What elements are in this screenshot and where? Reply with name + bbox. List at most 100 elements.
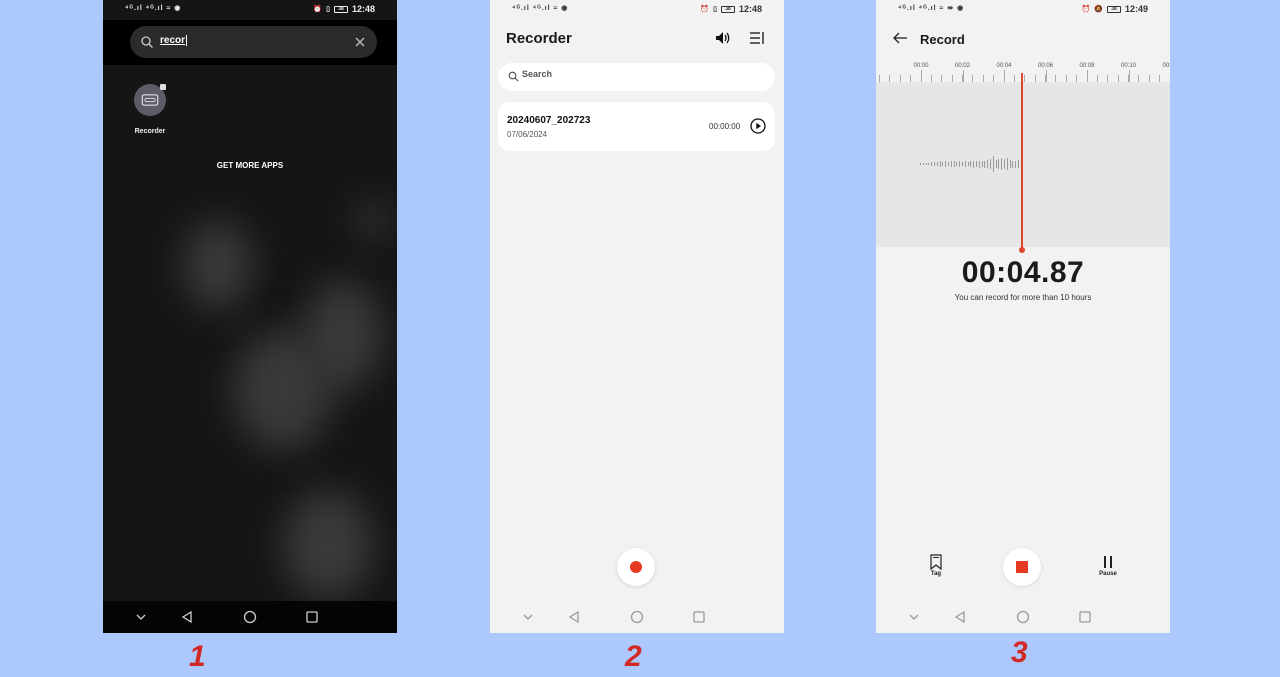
nav-home-button[interactable] — [242, 609, 258, 625]
waveform-bar — [920, 163, 921, 165]
ruler-minor-tick — [1096, 75, 1098, 82]
ruler-label: 00:04 — [996, 63, 1012, 69]
ruler-major-tick — [1128, 70, 1130, 82]
wallpaper-blur — [283, 490, 373, 600]
waveform-bar — [956, 161, 958, 167]
vibrate-icon: ▯ — [326, 6, 330, 13]
wallpaper-blur — [358, 200, 388, 240]
nav-back-button[interactable] — [952, 609, 968, 625]
recording-date: 07/06/2024 — [507, 130, 548, 139]
nav-collapse-button[interactable] — [133, 609, 149, 625]
search-header: recor — [103, 20, 397, 65]
chevron-down-icon — [909, 614, 919, 620]
step-number: 2 — [625, 640, 642, 673]
recording-duration: 00:00:00 — [709, 122, 741, 131]
ruler-minor-tick — [899, 75, 901, 82]
ruler-label: 00:00 — [913, 63, 929, 69]
ruler-minor-tick — [910, 75, 912, 82]
search-input[interactable] — [522, 69, 722, 79]
app-search-input[interactable]: recor — [130, 26, 377, 58]
waveform-bar — [942, 161, 944, 167]
clock: 12:48 — [738, 4, 762, 14]
nav-recents-button[interactable] — [691, 609, 707, 625]
waveform-bar — [1001, 158, 1003, 170]
alarm-icon: ⏰ — [313, 6, 323, 13]
timeline-ruler: 00:00 00:02 00:04 00:06 00:08 00:10 00:12 — [876, 60, 1170, 82]
nav-home-button[interactable] — [629, 609, 645, 625]
nav-collapse-button[interactable] — [520, 609, 536, 625]
waveform-bar — [981, 161, 983, 167]
get-more-apps-link[interactable]: GET MORE APPS — [103, 161, 397, 170]
waveform-bar — [990, 159, 991, 169]
waveform-bar — [1006, 158, 1008, 170]
battery-icon: 38 — [333, 5, 348, 13]
home-circle-icon — [243, 610, 257, 624]
nav-back-button[interactable] — [566, 609, 582, 625]
sort-menu-icon[interactable] — [749, 30, 765, 46]
search-bar[interactable] — [498, 63, 775, 91]
back-arrow-icon[interactable] — [892, 30, 908, 46]
ruler-minor-tick — [1055, 75, 1057, 82]
mute-icon: 🔕 — [1094, 6, 1103, 13]
recorder-app-label[interactable]: Recorder — [127, 128, 173, 135]
waveform-bar — [939, 161, 941, 167]
waveform-bar — [953, 161, 955, 167]
search-value: recor — [160, 35, 186, 47]
ruler-label: 00:06 — [1037, 63, 1054, 69]
waveform-bar — [967, 161, 969, 167]
tag-button[interactable]: Tag — [916, 554, 956, 577]
back-triangle-icon — [181, 610, 192, 624]
navigation-bar — [103, 601, 397, 633]
waveform-bar — [1018, 159, 1019, 169]
alarm-icon: ⏰ — [1081, 6, 1091, 13]
nav-home-button[interactable] — [1015, 609, 1031, 625]
bookmark-icon — [930, 554, 942, 570]
waveform-bar — [964, 161, 966, 167]
signal-icons: ⁴ᴳ.ıl ⁴ᴳ.ıl ≈ ◉ — [512, 5, 569, 12]
nav-back-button[interactable] — [179, 609, 195, 625]
ruler-minor-tick — [972, 75, 974, 82]
page-title: Recorder — [506, 30, 572, 47]
back-triangle-icon — [568, 610, 579, 624]
waveform-bar — [973, 160, 975, 168]
nav-recents-button[interactable] — [1077, 609, 1093, 625]
chevron-down-icon — [523, 614, 533, 620]
cassette-icon — [141, 94, 159, 106]
pause-icon — [1104, 556, 1112, 568]
recents-square-icon — [306, 611, 318, 623]
waveform-bar — [987, 159, 989, 169]
start-recording-button[interactable] — [617, 548, 655, 586]
page-title: Record — [920, 32, 965, 47]
battery-icon: 38 — [1106, 5, 1121, 13]
ruler-major-tick — [962, 70, 964, 82]
waveform-bar — [1012, 160, 1014, 168]
speaker-icon[interactable] — [714, 30, 732, 46]
recorder-app-icon[interactable] — [134, 84, 166, 116]
ruler-minor-tick — [993, 75, 995, 82]
phone-screen-recorder-list: ⁴ᴳ.ıl ⁴ᴳ.ıl ≈ ◉ ⏰ ▯ 38 12:48 Recorder 20… — [490, 0, 784, 633]
status-bar: ⁴ᴳ.ıl ⁴ᴳ.ıl ≈ ◉ ⏰ ▯ 38 12:48 — [103, 0, 397, 20]
nav-recents-button[interactable] — [304, 609, 320, 625]
phone-screen-launcher-search: ⁴ᴳ.ıl ⁴ᴳ.ıl ≈ ◉ ⏰ ▯ 38 12:48 recor Recor… — [103, 0, 397, 633]
pause-button[interactable]: Pause — [1088, 554, 1128, 577]
waveform-bar — [1015, 160, 1017, 168]
waveform-bar — [928, 162, 930, 166]
recording-list-item[interactable]: 20240607_202723 07/06/2024 00:00:00 — [498, 102, 775, 151]
navigation-bar — [876, 601, 1170, 633]
ruler-major-tick — [1045, 70, 1047, 82]
playhead-handle — [1019, 247, 1025, 253]
waveform-bar — [984, 160, 986, 168]
waveform-bar — [934, 161, 935, 167]
ruler-minor-tick — [930, 75, 932, 82]
chevron-down-icon — [136, 614, 146, 620]
stop-recording-button[interactable] — [1003, 548, 1041, 586]
vibrate-icon: ▯ — [713, 6, 717, 13]
phone-screen-recording: ⁴ᴳ.ıl ⁴ᴳ.ıl ≈ ⇹ ◉ ⏰ 🔕 38 12:49 Record 00… — [876, 0, 1170, 633]
play-icon[interactable] — [750, 118, 766, 134]
nav-collapse-button[interactable] — [906, 609, 922, 625]
navigation-bar — [490, 601, 784, 633]
clear-icon[interactable] — [353, 35, 367, 49]
waveform-bar — [962, 161, 963, 167]
playhead-line — [1021, 73, 1023, 249]
ruler-minor-tick — [982, 75, 984, 82]
